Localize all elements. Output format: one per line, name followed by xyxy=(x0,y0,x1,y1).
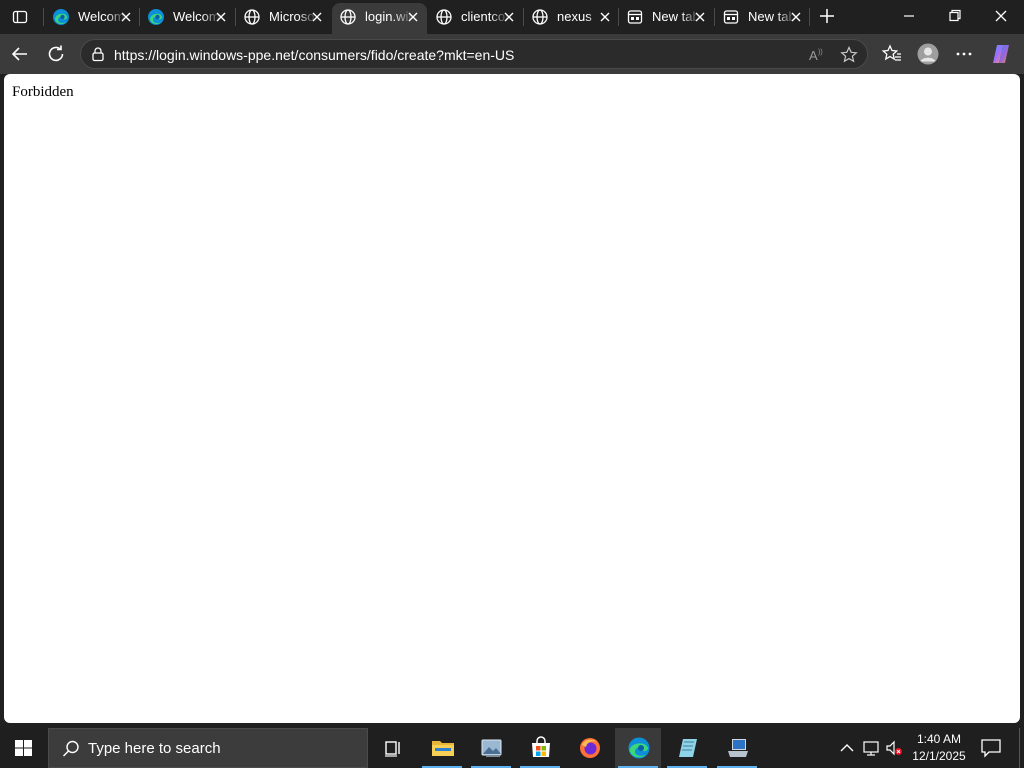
globe-icon xyxy=(340,9,356,25)
microsoft-store-icon xyxy=(532,736,550,757)
globe-icon xyxy=(244,9,260,25)
close-tab-icon[interactable] xyxy=(405,9,421,25)
volume-muted-icon[interactable] xyxy=(885,739,903,757)
close-window-button[interactable] xyxy=(986,5,1016,27)
firefox-icon xyxy=(580,738,600,758)
new-tab-page-icon xyxy=(627,10,643,24)
tab-clientconfig[interactable]: clientconfig xyxy=(428,3,523,30)
file-explorer-icon xyxy=(432,741,454,756)
new-tab-button[interactable] xyxy=(815,5,839,27)
profile-avatar[interactable] xyxy=(917,43,939,65)
taskbar-photos[interactable] xyxy=(468,728,514,768)
tab-separator xyxy=(809,8,810,26)
search-icon xyxy=(62,740,79,757)
read-aloud-icon[interactable]: A )) xyxy=(807,45,827,65)
edge-icon xyxy=(53,9,69,25)
taskbar-notepad[interactable] xyxy=(664,728,710,768)
tab-login-windows-ppe[interactable]: login.windows-ppe.net xyxy=(332,3,427,34)
back-button[interactable] xyxy=(9,43,31,65)
svg-text:A: A xyxy=(809,48,818,63)
browser-toolbar: https://login.windows-ppe.net/consumers/… xyxy=(0,34,1024,74)
network-icon[interactable] xyxy=(862,739,880,757)
favorite-star-icon[interactable] xyxy=(839,45,859,65)
tab-strip: Welcome to Microsoft Edge Welcome to Mic… xyxy=(0,0,1024,34)
tab-welcome-2[interactable]: Welcome to Microsoft Edge xyxy=(140,3,235,30)
taskbar-firefox[interactable] xyxy=(566,728,612,768)
notepad-icon xyxy=(679,739,697,757)
taskbar-microsoft-store[interactable] xyxy=(517,728,563,768)
clock-date: 12/1/2025 xyxy=(912,749,966,763)
tab-microsoft[interactable]: Microsoft xyxy=(236,3,331,30)
start-button[interactable] xyxy=(0,728,48,768)
globe-icon xyxy=(436,9,452,25)
more-options-icon[interactable] xyxy=(953,43,975,65)
page-viewport: Forbidden xyxy=(4,74,1020,723)
tab-new-tab-2[interactable]: New tab xyxy=(715,3,810,30)
show-hidden-icons-chevron-up-icon[interactable] xyxy=(838,739,856,757)
tab-welcome-1[interactable]: Welcome to Microsoft Edge xyxy=(45,3,140,30)
photos-icon xyxy=(481,739,502,757)
clock-time: 1:40 AM xyxy=(916,732,962,746)
close-tab-icon[interactable] xyxy=(597,9,613,25)
close-tab-icon[interactable] xyxy=(788,9,804,25)
tab-new-tab-1[interactable]: New tab xyxy=(619,3,714,30)
show-desktop-button[interactable] xyxy=(1019,728,1024,768)
task-view-button[interactable] xyxy=(369,728,415,768)
address-bar-url[interactable]: https://login.windows-ppe.net/consumers/… xyxy=(114,46,754,64)
copilot-icon[interactable] xyxy=(990,43,1012,65)
edge-icon xyxy=(148,9,164,25)
site-info-lock-icon[interactable] xyxy=(90,46,106,62)
restore-button[interactable] xyxy=(940,5,970,27)
taskbar-edge[interactable] xyxy=(615,728,661,768)
tab-actions-icon xyxy=(12,10,28,24)
windows-taskbar: Type here to search 1:40 AM 12/1/2025 xyxy=(0,728,1024,768)
address-bar[interactable]: https://login.windows-ppe.net/consumers/… xyxy=(80,39,868,69)
close-tab-icon[interactable] xyxy=(501,9,517,25)
favorites-icon[interactable] xyxy=(881,43,903,65)
taskbar-file-explorer[interactable] xyxy=(419,728,465,768)
forbidden-message: Forbidden xyxy=(12,84,74,100)
close-tab-icon[interactable] xyxy=(213,9,229,25)
edge-icon xyxy=(628,737,650,759)
task-view-icon xyxy=(385,741,400,757)
close-tab-icon[interactable] xyxy=(692,9,708,25)
minimize-button[interactable] xyxy=(894,5,924,27)
new-tab-page-icon xyxy=(723,10,739,24)
refresh-button[interactable] xyxy=(45,43,67,65)
notification-center-icon[interactable] xyxy=(980,738,1002,758)
tab-separator xyxy=(43,8,44,26)
taskbar-clock[interactable]: 1:40 AM 12/1/2025 xyxy=(908,731,970,767)
taskbar-remote-desktop[interactable] xyxy=(714,728,760,768)
remote-desktop-icon xyxy=(728,739,748,757)
globe-icon xyxy=(532,9,548,25)
taskbar-search-box[interactable]: Type here to search xyxy=(48,728,368,768)
search-placeholder: Type here to search xyxy=(88,740,221,757)
close-tab-icon[interactable] xyxy=(309,9,325,25)
svg-text:)): )) xyxy=(818,49,823,56)
tab-actions-menu-button[interactable] xyxy=(6,4,34,30)
close-tab-icon[interactable] xyxy=(118,9,134,25)
tab-nexus[interactable]: nexus xyxy=(524,3,619,30)
